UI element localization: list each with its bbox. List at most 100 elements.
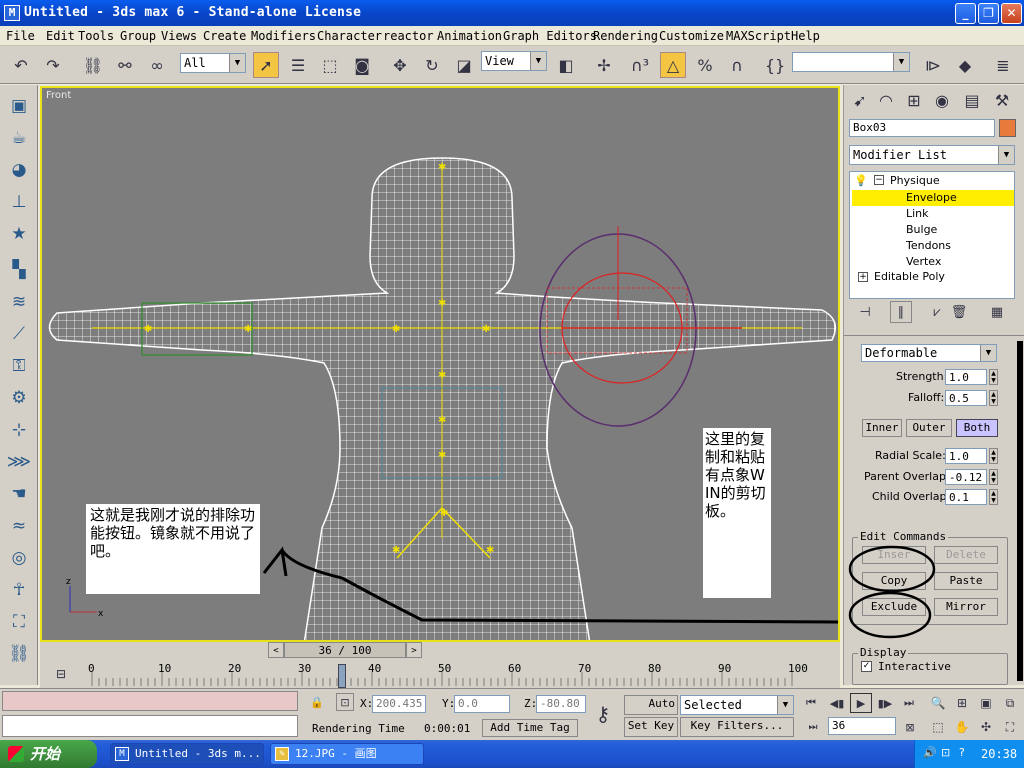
zoom-all-icon[interactable]: ⊞: [952, 693, 972, 713]
zoom-icon[interactable]: 🔍: [928, 693, 948, 713]
menu-maxscript[interactable]: MAXScript: [726, 29, 791, 43]
snap-toggle-icon[interactable]: ∩³: [627, 52, 653, 78]
previous-frame-icon[interactable]: ◀▮: [826, 693, 848, 713]
region-zoom-icon[interactable]: ⬚: [928, 717, 948, 737]
stack-subitem-vertex[interactable]: Vertex: [906, 254, 941, 270]
interactive-checkbox[interactable]: ✓: [861, 661, 872, 672]
stack-item-physique[interactable]: Physique: [890, 174, 940, 187]
rectangular-selection-icon[interactable]: ⬚: [317, 52, 343, 78]
collapse-icon[interactable]: −: [874, 175, 884, 185]
prev-frame-button[interactable]: <: [268, 642, 284, 658]
falloff-spinner[interactable]: ▲ ▼: [989, 390, 998, 406]
menu-graph-editors[interactable]: Graph Editors: [503, 29, 597, 43]
menu-group[interactable]: Group: [120, 29, 156, 43]
select-and-rotate-icon[interactable]: ↻: [419, 52, 445, 78]
z-coordinate[interactable]: -80.80: [536, 695, 586, 713]
object-color-swatch[interactable]: [999, 119, 1016, 137]
menu-reactor[interactable]: reactor: [383, 29, 434, 43]
spring-icon[interactable]: ≋: [6, 289, 32, 315]
lock-icon[interactable]: 🔒: [308, 693, 326, 711]
exclude-button[interactable]: Exclude: [862, 598, 926, 616]
key-mode-dropdown[interactable]: Selected ▼: [680, 695, 794, 715]
auto-key-button[interactable]: Auto Key: [624, 695, 678, 715]
remove-modifier-icon[interactable]: 🗑: [948, 301, 970, 323]
menu-edit[interactable]: Edit: [46, 29, 75, 43]
checker-icon[interactable]: ▚: [6, 257, 32, 283]
modifier-list-dropdown[interactable]: Modifier List ▼: [849, 145, 1015, 165]
inner-button[interactable]: Inner: [862, 419, 902, 437]
track-bar-icon[interactable]: ⊟: [50, 664, 72, 684]
pivot-point-icon[interactable]: ◧: [553, 52, 579, 78]
undo-icon[interactable]: ↶: [8, 52, 34, 78]
modify-tab-icon[interactable]: ◠: [874, 88, 898, 112]
select-and-link-icon[interactable]: ⛓: [80, 52, 106, 78]
gear-icon[interactable]: ⚙: [6, 385, 32, 411]
mirror-icon[interactable]: ⧐: [920, 52, 946, 78]
unlink-icon[interactable]: ⚯: [112, 52, 138, 78]
expand-icon[interactable]: +: [858, 272, 868, 282]
y-coordinate[interactable]: 0.0: [454, 695, 510, 713]
stack-subitem-tendons[interactable]: Tendons: [906, 238, 951, 254]
key-icon[interactable]: ⚿: [6, 353, 32, 379]
motion-tab-icon[interactable]: ◉: [930, 88, 954, 112]
edit-named-selection-icon[interactable]: {}: [762, 52, 788, 78]
absolute-mode-icon[interactable]: ⊡: [336, 693, 354, 711]
menu-rendering[interactable]: Rendering: [593, 29, 658, 43]
configure-modifier-sets-icon[interactable]: ▦: [986, 301, 1008, 323]
menu-character[interactable]: Character: [317, 29, 382, 43]
stack-subitem-envelope[interactable]: Envelope: [852, 190, 1014, 206]
create-box-icon[interactable]: ▣: [6, 93, 32, 119]
wave-icon[interactable]: ≈: [6, 513, 32, 539]
timeline-ruler[interactable]: 0 10 20 30 40 50 60 70 80 90 100: [80, 662, 840, 686]
fish-icon[interactable]: ⋙: [6, 449, 32, 475]
minimize-button[interactable]: _: [955, 3, 976, 24]
command-panel-scrollbar[interactable]: [1017, 341, 1023, 681]
light-icon[interactable]: ⊥: [6, 189, 32, 215]
manipulate-icon[interactable]: ✢: [591, 52, 617, 78]
select-by-name-icon[interactable]: ☰: [285, 52, 311, 78]
redo-icon[interactable]: ↷: [40, 52, 66, 78]
radial-scale-input[interactable]: 1.0: [945, 448, 987, 464]
menu-tools[interactable]: Tools: [78, 29, 114, 43]
copy-button[interactable]: Copy: [862, 572, 926, 590]
maxscript-listener-mini[interactable]: [2, 691, 298, 711]
selection-filter-dropdown[interactable]: All ▼: [180, 53, 246, 73]
time-configuration-icon[interactable]: ⊠: [900, 717, 920, 737]
layer-manager-icon[interactable]: ≣: [990, 52, 1016, 78]
set-key-button[interactable]: Set Key: [624, 717, 678, 737]
bone-icon[interactable]: ⟋: [6, 321, 32, 347]
select-and-move-icon[interactable]: ✥: [387, 52, 413, 78]
reference-coord-dropdown[interactable]: View ▼: [481, 51, 547, 71]
sphere-icon[interactable]: ◕: [6, 157, 32, 183]
falloff-input[interactable]: 0.5: [945, 390, 987, 406]
front-viewport[interactable]: Front ✱ ✱ ✱ ✱ ✱ ✱ ✱ ✱ ✱ ✱ ✱ ✱ z x 这就是我刚才…: [40, 86, 840, 642]
play-icon[interactable]: ▶: [850, 693, 872, 713]
clock[interactable]: 20:38: [981, 747, 1017, 761]
utilities-tab-icon[interactable]: ⚒: [990, 88, 1014, 112]
arc-rotate-icon[interactable]: ✣: [976, 717, 996, 737]
select-object-icon[interactable]: ➚: [253, 52, 279, 78]
task-3dsmax[interactable]: M Untitled - 3ds m...: [110, 743, 264, 765]
title-bar[interactable]: M Untitled - 3ds max 6 - Stand-alone Lic…: [0, 0, 1024, 26]
x-coordinate[interactable]: 200.435: [372, 695, 426, 713]
time-marker[interactable]: [338, 664, 346, 688]
key-mode-toggle-icon[interactable]: ⏭: [804, 717, 822, 737]
go-to-start-icon[interactable]: ⏮: [800, 693, 822, 713]
menu-modifiers[interactable]: Modifiers: [251, 29, 316, 43]
create-tab-icon[interactable]: ➹: [848, 88, 872, 112]
make-unique-icon[interactable]: ⩗: [926, 301, 948, 323]
both-button[interactable]: Both: [956, 419, 998, 437]
teapot-icon[interactable]: ☕: [6, 125, 32, 151]
spinner-snap-icon[interactable]: ∩: [724, 52, 750, 78]
menu-help[interactable]: Help: [791, 29, 820, 43]
named-selection-dropdown[interactable]: ▼: [792, 52, 910, 72]
task-paint[interactable]: ✎ 12.JPG - 画图: [270, 743, 424, 765]
stack-subitem-link[interactable]: Link: [906, 206, 929, 222]
rings-icon[interactable]: ◎: [6, 545, 32, 571]
outer-button[interactable]: Outer: [906, 419, 952, 437]
mirror-button[interactable]: Mirror: [934, 598, 998, 616]
stack-item-editable-poly[interactable]: Editable Poly: [874, 270, 945, 283]
menu-file[interactable]: File: [6, 29, 35, 43]
window-crossing-icon[interactable]: ◙: [349, 52, 375, 78]
paste-button[interactable]: Paste: [934, 572, 998, 590]
